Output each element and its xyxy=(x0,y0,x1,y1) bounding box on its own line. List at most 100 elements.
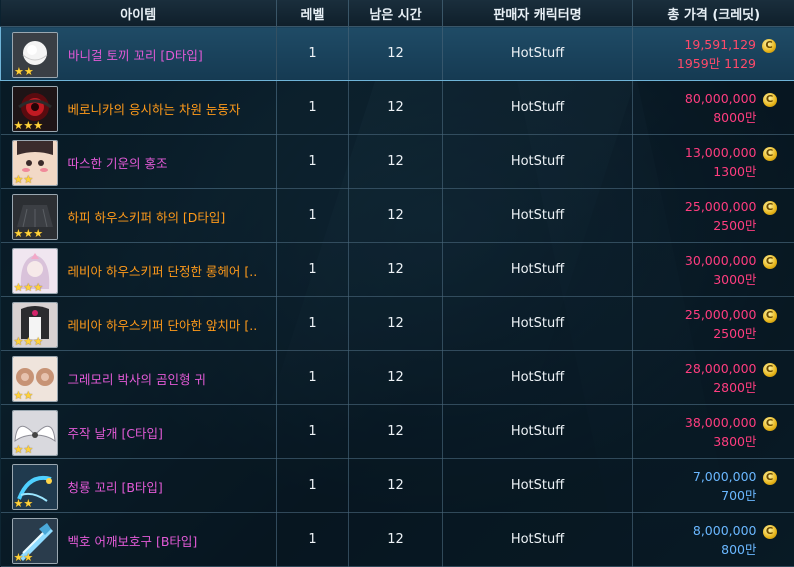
bear-ears-icon[interactable]: ★★ xyxy=(12,356,58,402)
item-cell[interactable]: ★★ 그레모리 박사의 곰인형 귀 xyxy=(1,351,277,405)
price-cell: 13,000,0001300만C xyxy=(633,135,794,189)
level-cell: 1 xyxy=(277,243,349,297)
column-header-item[interactable]: 아이템 xyxy=(1,0,277,27)
time-left-cell: 12 xyxy=(349,243,443,297)
credit-coin-icon: C xyxy=(762,39,776,53)
star-icon: ★ xyxy=(14,282,24,293)
item-name[interactable]: 베로니카의 응시하는 차원 눈동자 xyxy=(68,99,241,118)
price-cell: 25,000,0002500만C xyxy=(633,189,794,243)
shoulder-guard-icon[interactable]: ★★ xyxy=(12,518,58,564)
bunny-tail-icon[interactable]: ★★ xyxy=(12,32,58,78)
table-row[interactable]: ★★★레비아 하우스키퍼 단정한 롱헤어 [..112HotStuff30,00… xyxy=(1,243,794,297)
time-left-cell: 12 xyxy=(349,459,443,513)
item-name[interactable]: 그레모리 박사의 곰인형 귀 xyxy=(68,369,206,388)
star-icon: ★ xyxy=(33,282,43,293)
table-row[interactable]: ★★★베로니카의 응시하는 차원 눈동자112HotStuff80,000,00… xyxy=(1,81,794,135)
table-row[interactable]: ★★따스한 기운의 홍조112HotStuff13,000,0001300만C xyxy=(1,135,794,189)
seller-name-cell: HotStuff xyxy=(443,351,633,405)
seller-name-cell: HotStuff xyxy=(443,81,633,135)
item-cell[interactable]: ★★ 주작 날개 [C타입] xyxy=(1,405,277,459)
skirt-icon[interactable]: ★★★ xyxy=(12,194,58,240)
credit-coin-icon: C xyxy=(763,471,777,485)
total-price: 25,000,000 xyxy=(685,199,757,214)
item-name[interactable]: 바니걸 토끼 꼬리 [D타입] xyxy=(68,45,203,64)
time-left-cell: 12 xyxy=(349,27,443,81)
level-cell: 1 xyxy=(277,459,349,513)
column-header-time[interactable]: 남은 시간 xyxy=(349,0,443,27)
star-icon: ★ xyxy=(14,444,24,455)
star-icon: ★ xyxy=(14,66,24,77)
price-cell: 38,000,0003800만C xyxy=(633,405,794,459)
seller-name-cell: HotStuff xyxy=(443,135,633,189)
item-name[interactable]: 레비아 하우스키퍼 단아한 앞치마 [.. xyxy=(68,315,258,334)
item-cell[interactable]: ★★ 바니걸 토끼 꼬리 [D타입] xyxy=(1,27,277,81)
total-price: 8,000,000 xyxy=(693,523,757,538)
total-price-short: 1300만 xyxy=(713,161,756,180)
credit-coin-icon: C xyxy=(763,363,777,377)
dragon-tail-icon[interactable]: ★★ xyxy=(12,464,58,510)
item-grade-stars: ★★ xyxy=(14,66,34,77)
price-cell: 30,000,0003000만C xyxy=(633,243,794,297)
item-cell[interactable]: ★★ 청룡 꼬리 [B타입] xyxy=(1,459,277,513)
level-cell: 1 xyxy=(277,189,349,243)
seller-name-cell: HotStuff xyxy=(443,27,633,81)
table-row[interactable]: ★★★레비아 하우스키퍼 단아한 앞치마 [..112HotStuff25,00… xyxy=(1,297,794,351)
star-icon: ★ xyxy=(33,228,43,239)
item-cell[interactable]: ★★ 백호 어깨보호구 [B타입] xyxy=(1,513,277,567)
star-icon: ★ xyxy=(33,336,43,347)
item-grade-stars: ★★ xyxy=(14,498,34,509)
table-row[interactable]: ★★주작 날개 [C타입]112HotStuff38,000,0003800만C xyxy=(1,405,794,459)
item-grade-stars: ★★ xyxy=(14,390,34,401)
blush-face-icon[interactable]: ★★ xyxy=(12,140,58,186)
price-cell: 28,000,0002800만C xyxy=(633,351,794,405)
price-cell: 8,000,000800만C xyxy=(633,513,794,567)
column-header-seller[interactable]: 판매자 캐릭터명 xyxy=(443,0,633,27)
seller-name-cell: HotStuff xyxy=(443,459,633,513)
total-price-short: 2500만 xyxy=(713,215,756,234)
time-left-cell: 12 xyxy=(349,297,443,351)
column-header-level[interactable]: 레벨 xyxy=(277,0,349,27)
total-price-short: 700만 xyxy=(721,485,756,504)
star-icon: ★ xyxy=(14,390,24,401)
price-cell: 25,000,0002500만C xyxy=(633,297,794,351)
seller-name-cell: HotStuff xyxy=(443,513,633,567)
total-price-short: 8000만 xyxy=(713,107,756,126)
credit-coin-icon: C xyxy=(763,525,777,539)
item-name[interactable]: 하피 하우스키퍼 하의 [D타입] xyxy=(68,207,226,226)
table-row[interactable]: ★★★하피 하우스키퍼 하의 [D타입]112HotStuff25,000,00… xyxy=(1,189,794,243)
star-icon: ★ xyxy=(24,66,34,77)
item-name[interactable]: 따스한 기운의 홍조 xyxy=(68,153,168,172)
long-hair-icon[interactable]: ★★★ xyxy=(12,248,58,294)
star-icon: ★ xyxy=(33,120,43,131)
table-row[interactable]: ★★그레모리 박사의 곰인형 귀112HotStuff28,000,000280… xyxy=(1,351,794,405)
column-header-price[interactable]: 총 가격 (크레딧) xyxy=(633,0,794,27)
credit-coin-icon: C xyxy=(763,255,777,269)
credit-coin-icon: C xyxy=(763,147,777,161)
star-icon: ★ xyxy=(14,120,24,131)
seller-name-cell: HotStuff xyxy=(443,243,633,297)
star-icon: ★ xyxy=(23,120,33,131)
star-icon: ★ xyxy=(14,228,24,239)
seller-name-cell: HotStuff xyxy=(443,297,633,351)
table-row[interactable]: ★★바니걸 토끼 꼬리 [D타입]112HotStuff19,591,12919… xyxy=(1,27,794,81)
item-cell[interactable]: ★★★베로니카의 응시하는 차원 눈동자 xyxy=(1,81,277,135)
item-cell[interactable]: ★★★레비아 하우스키퍼 단아한 앞치마 [.. xyxy=(1,297,277,351)
item-name[interactable]: 레비아 하우스키퍼 단정한 롱헤어 [.. xyxy=(68,261,258,280)
item-name[interactable]: 청룡 꼬리 [B타입] xyxy=(68,477,163,496)
wings-icon[interactable]: ★★ xyxy=(12,410,58,456)
level-cell: 1 xyxy=(277,27,349,81)
item-cell[interactable]: ★★★하피 하우스키퍼 하의 [D타입] xyxy=(1,189,277,243)
item-cell[interactable]: ★★★레비아 하우스키퍼 단정한 롱헤어 [.. xyxy=(1,243,277,297)
item-name[interactable]: 주작 날개 [C타입] xyxy=(68,423,163,442)
level-cell: 1 xyxy=(277,405,349,459)
apron-icon[interactable]: ★★★ xyxy=(12,302,58,348)
table-row[interactable]: ★★백호 어깨보호구 [B타입]112HotStuff8,000,000800만… xyxy=(1,513,794,567)
star-icon: ★ xyxy=(14,336,24,347)
item-name[interactable]: 백호 어깨보호구 [B타입] xyxy=(68,531,198,550)
item-cell[interactable]: ★★ 따스한 기운의 홍조 xyxy=(1,135,277,189)
table-row[interactable]: ★★청룡 꼬리 [B타입]112HotStuff7,000,000700만C xyxy=(1,459,794,513)
total-price: 28,000,000 xyxy=(685,361,757,376)
time-left-cell: 12 xyxy=(349,135,443,189)
star-icon: ★ xyxy=(23,336,33,347)
dimension-eye-icon[interactable]: ★★★ xyxy=(12,86,58,132)
